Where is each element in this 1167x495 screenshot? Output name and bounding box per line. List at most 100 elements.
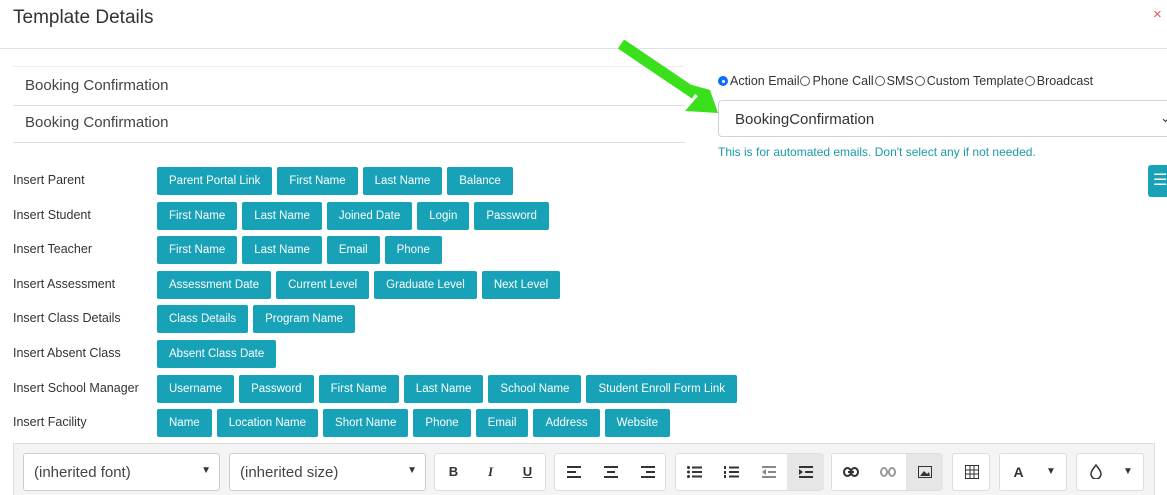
align-left-icon[interactable] [555, 454, 592, 490]
radio-circle-icon[interactable] [1024, 76, 1035, 86]
outdent-icon[interactable] [750, 454, 787, 490]
italic-icon[interactable]: I [472, 454, 509, 490]
image-icon[interactable] [906, 454, 943, 490]
action-select-value: BookingConfirmation [735, 111, 875, 128]
highlight-icon[interactable] [1077, 454, 1114, 490]
insert-placeholder-button[interactable]: Assessment Date [157, 271, 272, 299]
action-select[interactable]: BookingConfirmation ⌄ [718, 100, 1167, 137]
insert-placeholder-button[interactable]: First Name [277, 167, 358, 195]
insert-placeholder-button[interactable]: Email [475, 409, 529, 437]
insert-placeholder-button[interactable]: Location Name [216, 409, 319, 437]
insert-placeholder-button[interactable]: Password [474, 202, 549, 230]
insert-placeholder-button[interactable]: School Name [488, 375, 582, 403]
insert-placeholder-button[interactable]: Parent Portal Link [157, 167, 273, 195]
unlink-icon[interactable] [869, 454, 906, 490]
dialog-title: Template Details [13, 7, 154, 28]
radio-broadcast[interactable]: Broadcast [1024, 74, 1094, 88]
dialog-header: Template Details × [0, 0, 1167, 49]
radio-sms[interactable]: SMS [874, 74, 914, 88]
insert-placeholder-button[interactable]: Next Level [481, 271, 561, 299]
insert-placeholder-button[interactable]: Last Name [403, 375, 484, 403]
insert-row-label: Insert Teacher [13, 242, 92, 256]
list-group [675, 453, 824, 491]
insert-placeholder-button[interactable]: Graduate Level [374, 271, 477, 299]
radio-circle-icon[interactable] [874, 76, 885, 86]
insert-placeholder-button[interactable]: Absent Class Date [157, 340, 277, 368]
insert-placeholder-button[interactable]: First Name [157, 236, 238, 264]
font-color-icon[interactable]: A [1000, 454, 1037, 490]
insert-placeholder-button[interactable]: First Name [157, 202, 238, 230]
numbered-list-icon[interactable] [713, 454, 750, 490]
insert-placeholder-button[interactable]: Address [533, 409, 600, 437]
insert-placeholder-button[interactable]: Name [157, 409, 212, 437]
insert-placeholder-button[interactable]: First Name [318, 375, 399, 403]
editor-toolbar: (inherited font) ▼ (inherited size) ▼ B … [13, 443, 1155, 495]
insert-placeholder-button[interactable]: Class Details [157, 305, 249, 333]
insert-placeholder-button[interactable]: Phone [413, 409, 471, 437]
font-size-value: (inherited size) [240, 464, 339, 481]
bullet-list-icon[interactable] [676, 454, 713, 490]
align-right-icon[interactable] [629, 454, 666, 490]
radio-circle-icon[interactable] [800, 76, 811, 86]
caret-down-icon[interactable]: ▼ [1114, 454, 1142, 490]
radio-label: Action Email [730, 74, 800, 88]
radio-action-email[interactable]: Action Email [718, 74, 799, 88]
insert-placeholder-button[interactable]: Short Name [323, 409, 409, 437]
table-icon[interactable] [953, 454, 990, 490]
caret-down-icon[interactable]: ▼ [1037, 454, 1065, 490]
template-name-field[interactable]: Booking Confirmation [13, 66, 685, 106]
radio-label: SMS [886, 74, 914, 88]
radio-label: Custom Template [926, 74, 1024, 88]
insert-group [831, 453, 943, 491]
insert-placeholder-button[interactable]: Website [604, 409, 670, 437]
insert-placeholder-button[interactable]: Email [326, 236, 380, 264]
font-family-value: (inherited font) [34, 464, 131, 481]
align-center-icon[interactable] [592, 454, 629, 490]
radio-phone-call[interactable]: Phone Call [800, 74, 874, 88]
insert-placeholder-button[interactable]: Last Name [362, 167, 443, 195]
helper-text: This is for automated emails. Don't sele… [718, 145, 1036, 159]
indent-icon[interactable] [787, 454, 824, 490]
insert-row-label: Insert School Manager [13, 381, 139, 395]
insert-placeholder-button[interactable]: Current Level [276, 271, 370, 299]
insert-placeholder-button[interactable]: Last Name [242, 202, 322, 230]
insert-placeholder-button[interactable]: Username [157, 375, 235, 403]
template-type-radio-group: Action Email Phone Call SMS Custom Template… [718, 74, 1094, 88]
insert-placeholder-button[interactable]: Phone [384, 236, 442, 264]
green-arrow-annotation [617, 39, 718, 113]
template-name-value: Booking Confirmation [25, 77, 169, 94]
highlight-group: ▼ [1076, 453, 1144, 491]
radio-label: Broadcast [1036, 74, 1094, 88]
align-group [554, 453, 666, 491]
chevron-down-icon: ⌄ [1160, 110, 1167, 125]
font-size-select[interactable]: (inherited size) ▼ [229, 453, 426, 491]
insert-placeholder-button[interactable]: Login [417, 202, 470, 230]
insert-row-label: Insert Student [13, 208, 91, 222]
caret-down-icon: ▼ [407, 465, 417, 476]
radio-label: Phone Call [812, 74, 874, 88]
insert-row-label: Insert Facility [13, 415, 87, 429]
close-icon[interactable]: × [1153, 6, 1162, 23]
insert-row-label: Insert Absent Class [13, 346, 121, 360]
radio-custom-template[interactable]: Custom Template [914, 74, 1024, 88]
font-color-group: A ▼ [999, 453, 1067, 491]
insert-placeholder-button[interactable]: Password [239, 375, 314, 403]
underline-icon[interactable]: U [509, 454, 546, 490]
insert-placeholder-button[interactable]: Balance [447, 167, 513, 195]
insert-placeholder-button[interactable]: Joined Date [326, 202, 413, 230]
insert-placeholder-button[interactable]: Student Enroll Form Link [586, 375, 738, 403]
insert-placeholder-button[interactable]: Program Name [253, 305, 356, 333]
caret-down-icon: ▼ [201, 465, 211, 476]
radio-circle-icon[interactable] [914, 76, 925, 86]
insert-row-label: Insert Class Details [13, 311, 121, 325]
template-subject-field[interactable]: Booking Confirmation [13, 104, 685, 143]
template-subject-value: Booking Confirmation [25, 114, 169, 131]
format-group: B I U [434, 453, 546, 491]
bold-icon[interactable]: B [435, 454, 472, 490]
link-icon[interactable] [832, 454, 869, 490]
table-group [952, 453, 990, 491]
menu-icon[interactable]: ☰ [1148, 165, 1167, 197]
font-family-select[interactable]: (inherited font) ▼ [23, 453, 220, 491]
insert-placeholder-button[interactable]: Last Name [242, 236, 322, 264]
insert-row-label: Insert Parent [13, 173, 85, 187]
